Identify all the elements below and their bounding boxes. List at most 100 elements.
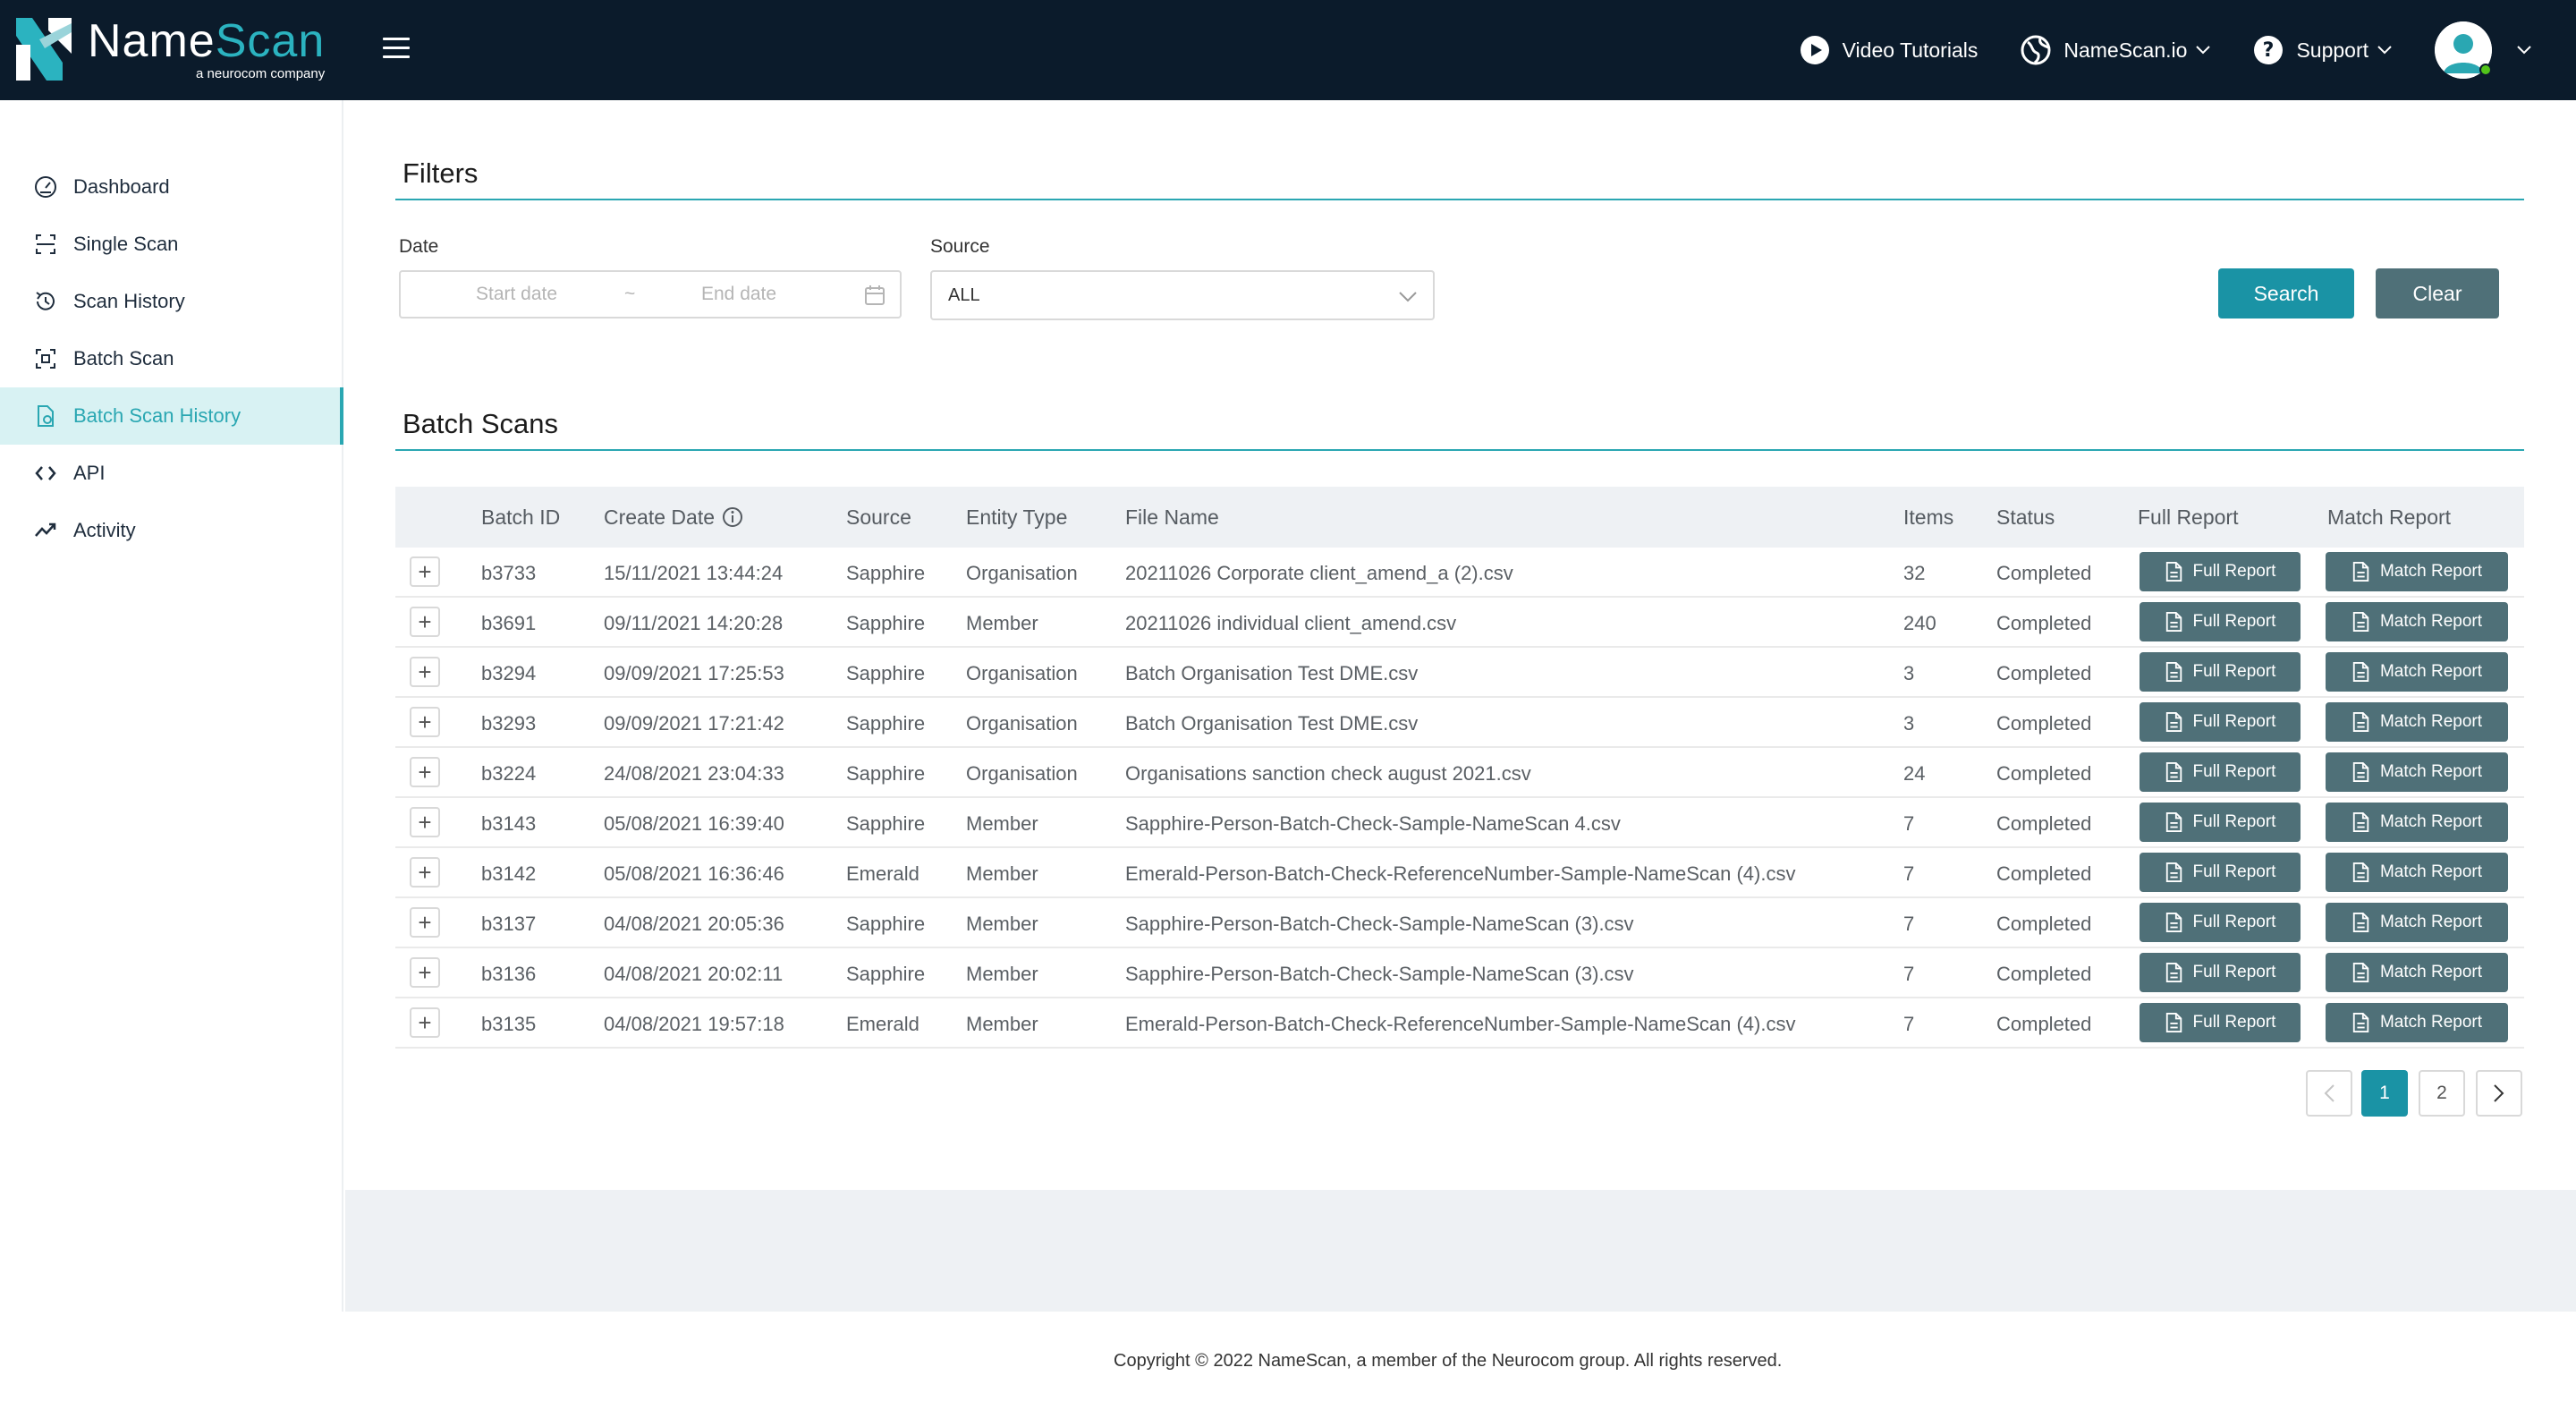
expand-row-button[interactable]: +: [410, 757, 440, 787]
logo-mark-icon: [16, 18, 72, 81]
page-button-2[interactable]: 2: [2419, 1070, 2465, 1117]
expand-row-button[interactable]: +: [410, 957, 440, 988]
expand-row-button[interactable]: +: [410, 556, 440, 587]
full-report-button[interactable]: Full Report: [2140, 1003, 2301, 1042]
column-header-batch-id[interactable]: Batch ID: [481, 505, 560, 530]
filters-title: Filters: [402, 157, 479, 189]
start-date-input[interactable]: Start date: [476, 284, 557, 305]
column-header-file-name[interactable]: File Name: [1125, 505, 1219, 530]
match-report-button[interactable]: Match Report: [2326, 853, 2508, 892]
create-date-cell: 15/11/2021 13:44:24: [604, 562, 784, 584]
clear-button[interactable]: Clear: [2376, 268, 2499, 319]
namescan-io-dropdown[interactable]: NameScan.io: [2021, 35, 2211, 65]
full-report-label: Full Report: [2192, 963, 2276, 981]
items-cell: 7: [1903, 963, 1915, 985]
column-header-create-date[interactable]: Create Date: [604, 505, 743, 530]
end-date-input[interactable]: End date: [701, 284, 776, 305]
sidebar-item-single-scan[interactable]: Single Scan: [0, 216, 342, 273]
navbar-right: Video Tutorials NameScan.io ? Support: [1800, 0, 2576, 100]
namescan-io-label: NameScan.io: [2063, 38, 2188, 62]
match-report-button[interactable]: Match Report: [2326, 953, 2508, 992]
search-button[interactable]: Search: [2218, 268, 2354, 319]
full-report-button[interactable]: Full Report: [2140, 602, 2301, 641]
match-report-button[interactable]: Match Report: [2326, 602, 2508, 641]
full-report-button[interactable]: Full Report: [2140, 853, 2301, 892]
match-report-button[interactable]: Match Report: [2326, 803, 2508, 842]
status-cell: Completed: [1996, 862, 2092, 885]
document-icon: [2352, 862, 2369, 882]
column-header-match-report: Match Report: [2327, 505, 2452, 529]
expand-row-button[interactable]: +: [410, 907, 440, 938]
source-label: Source: [930, 236, 990, 257]
calendar-icon: [865, 285, 885, 305]
expand-row-button[interactable]: +: [410, 657, 440, 687]
full-report-label: Full Report: [2192, 913, 2276, 931]
status-cell: Completed: [1996, 662, 2092, 684]
prev-page-button[interactable]: [2306, 1070, 2352, 1117]
document-icon: [2352, 712, 2369, 732]
full-report-label: Full Report: [2192, 612, 2276, 631]
entity-type-cell: Member: [966, 812, 1038, 835]
sidebar-item-batch-scan[interactable]: Batch Scan: [0, 330, 342, 387]
match-report-label: Match Report: [2379, 562, 2483, 581]
table-row: + b3294 09/09/2021 17:25:53 Sapphire Organis…: [395, 648, 2524, 698]
column-header-source[interactable]: Source: [846, 505, 911, 530]
items-cell: 24: [1903, 762, 1926, 785]
match-report-button[interactable]: Match Report: [2326, 552, 2508, 591]
next-page-button[interactable]: [2476, 1070, 2522, 1117]
full-report-label: Full Report: [2192, 662, 2276, 681]
expand-row-button[interactable]: +: [410, 857, 440, 888]
entity-type-cell: Member: [966, 963, 1038, 985]
source-select[interactable]: ALL: [930, 270, 1435, 320]
sidebar-item-dashboard[interactable]: Dashboard: [0, 158, 342, 216]
create-date-cell: 09/11/2021 14:20:28: [604, 612, 784, 634]
match-report-button[interactable]: Match Report: [2326, 752, 2508, 792]
match-report-button[interactable]: Match Report: [2326, 652, 2508, 692]
sidebar: Dashboard Single Scan Scan History Batch…: [0, 100, 343, 1312]
sidebar-item-scan-history[interactable]: Scan History: [0, 273, 342, 330]
batch-id-cell: b3224: [481, 762, 537, 785]
globe-icon: [2021, 35, 2051, 65]
match-report-button[interactable]: Match Report: [2326, 1003, 2508, 1042]
column-header-status[interactable]: Status: [1996, 505, 2055, 530]
file-history-icon: [38, 405, 54, 427]
full-report-button[interactable]: Full Report: [2140, 953, 2301, 992]
column-header-items[interactable]: Items: [1903, 505, 1953, 530]
page-button-1[interactable]: 1: [2361, 1070, 2408, 1117]
table-row: + b3733 15/11/2021 13:44:24 Sapphire Organis…: [395, 548, 2524, 598]
file-name-cell: Organisations sanction check august 2021…: [1125, 762, 1531, 785]
full-report-button[interactable]: Full Report: [2140, 652, 2301, 692]
video-tutorials-link[interactable]: Video Tutorials: [1800, 35, 1978, 65]
full-report-button[interactable]: Full Report: [2140, 803, 2301, 842]
full-report-button[interactable]: Full Report: [2140, 903, 2301, 942]
support-dropdown[interactable]: ? Support: [2253, 35, 2392, 65]
expand-row-button[interactable]: +: [410, 607, 440, 637]
sidebar-item-api[interactable]: API: [0, 445, 342, 502]
file-name-cell: Sapphire-Person-Batch-Check-Sample-NameS…: [1125, 812, 1621, 835]
full-report-button[interactable]: Full Report: [2140, 752, 2301, 792]
sidebar-item-activity[interactable]: Activity: [0, 502, 342, 559]
create-date-header-label: Create Date: [604, 505, 716, 529]
full-report-button[interactable]: Full Report: [2140, 552, 2301, 591]
document-icon: [2165, 862, 2182, 882]
sidebar-item-batch-scan-history[interactable]: Batch Scan History: [0, 387, 343, 445]
items-cell: 3: [1903, 712, 1915, 735]
menu-toggle-icon[interactable]: [383, 38, 410, 61]
info-icon[interactable]: [722, 506, 743, 528]
date-range-picker[interactable]: Start date ~ End date: [399, 270, 902, 319]
chevron-down-icon: [1399, 292, 1417, 302]
match-report-button[interactable]: Match Report: [2326, 903, 2508, 942]
table-row: + b3137 04/08/2021 20:05:36 Sapphire Member S…: [395, 898, 2524, 948]
document-icon: [2352, 913, 2369, 932]
expand-row-button[interactable]: +: [410, 707, 440, 737]
match-report-button[interactable]: Match Report: [2326, 702, 2508, 742]
create-date-cell: 04/08/2021 20:02:11: [604, 963, 784, 985]
column-header-entity-type[interactable]: Entity Type: [966, 505, 1067, 530]
full-report-button[interactable]: Full Report: [2140, 702, 2301, 742]
entity-type-cell: Organisation: [966, 712, 1078, 735]
expand-row-button[interactable]: +: [410, 1007, 440, 1038]
expand-row-button[interactable]: +: [410, 807, 440, 837]
user-menu[interactable]: [2435, 21, 2531, 79]
namescan-logo[interactable]: NameScan a neurocom company: [13, 11, 335, 88]
create-date-cell: 24/08/2021 23:04:33: [604, 762, 784, 785]
